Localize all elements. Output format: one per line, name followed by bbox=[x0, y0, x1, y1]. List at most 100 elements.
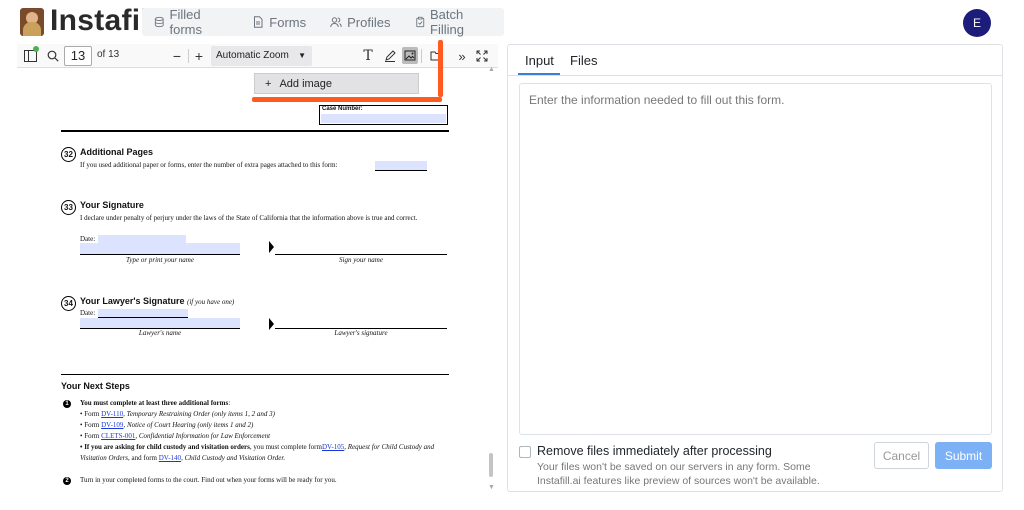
nav-label: Batch Filling bbox=[430, 7, 464, 37]
chevron-down-icon: ▼ bbox=[298, 51, 306, 60]
nav-forms[interactable]: Forms bbox=[240, 8, 318, 36]
form-link[interactable]: DV-109 bbox=[101, 421, 123, 429]
submit-button[interactable]: Submit bbox=[935, 442, 992, 469]
draw-tool-icon[interactable] bbox=[384, 47, 396, 65]
form-link[interactable]: DV-110 bbox=[101, 410, 123, 418]
section-title-note: (if you have one) bbox=[187, 298, 235, 306]
zoom-value: Automatic Zoom bbox=[216, 50, 289, 61]
printed-name-field[interactable] bbox=[80, 243, 240, 254]
date-field[interactable] bbox=[98, 309, 188, 317]
image-icon bbox=[404, 50, 416, 61]
search-icon[interactable] bbox=[46, 47, 60, 65]
notification-dot bbox=[33, 46, 39, 52]
toolbar-divider bbox=[421, 49, 422, 63]
step-item: • If you are asking for child custody an… bbox=[80, 442, 460, 464]
section-text: I declare under penalty of perjury under… bbox=[80, 214, 418, 222]
tab-files[interactable]: Files bbox=[570, 53, 597, 68]
zoom-select[interactable]: Automatic Zoom ▼ bbox=[211, 46, 312, 66]
field-caption: Lawyer's signature bbox=[334, 329, 388, 337]
case-number-field[interactable] bbox=[321, 114, 446, 123]
nav-label: Profiles bbox=[347, 14, 391, 30]
step-title: You must complete at least three additio… bbox=[80, 398, 230, 409]
case-number-label: Case Number: bbox=[322, 106, 363, 112]
document-icon bbox=[254, 16, 263, 28]
step-text: Turn in your completed forms to the cour… bbox=[80, 476, 337, 484]
logo-icon[interactable] bbox=[20, 8, 44, 36]
item-text: , Notice of Court Hearing (only items 1 … bbox=[123, 421, 254, 429]
scroll-down-icon[interactable]: ▼ bbox=[488, 484, 495, 491]
toolbar-divider bbox=[188, 49, 189, 63]
extra-pages-field[interactable] bbox=[375, 161, 427, 170]
section-title: Your Lawyer's Signature (if you have one… bbox=[80, 296, 234, 306]
item-text: , Confidential Information for Law Enfor… bbox=[135, 432, 271, 440]
scroll-up-icon[interactable]: ▲ bbox=[488, 66, 495, 73]
field-underline bbox=[375, 170, 427, 171]
step-item: • Form DV-109, Notice of Court Hearing (… bbox=[80, 420, 253, 431]
signature-line[interactable] bbox=[275, 254, 447, 255]
form-info-textarea[interactable]: Enter the information needed to fill out… bbox=[519, 83, 992, 435]
add-image-menu-item[interactable]: + Add image bbox=[254, 73, 419, 94]
top-bar: Instafill Filled forms Forms Profiles Ba… bbox=[0, 0, 1024, 44]
cancel-button[interactable]: Cancel bbox=[874, 442, 929, 469]
main-nav: Filled forms Forms Profiles Batch Fillin… bbox=[142, 7, 505, 37]
form-link[interactable]: CLETS-001 bbox=[101, 432, 135, 440]
annotation-stroke bbox=[438, 40, 443, 97]
zoom-out-icon[interactable]: − bbox=[171, 47, 183, 65]
field-caption: Lawyer's name bbox=[138, 329, 182, 337]
section-number: 33 bbox=[61, 200, 76, 215]
remove-files-label[interactable]: Remove files immediately after processin… bbox=[537, 444, 772, 458]
users-icon bbox=[330, 17, 342, 28]
step-title-colon: : bbox=[228, 399, 231, 407]
page-total: of 13 bbox=[97, 49, 120, 60]
pdf-toolbar: 13 of 13 − + Automatic Zoom ▼ T » bbox=[17, 44, 498, 68]
field-underline bbox=[80, 254, 240, 255]
section-divider bbox=[61, 374, 449, 375]
avatar[interactable]: E bbox=[963, 9, 991, 37]
field-caption: Type or print your name bbox=[126, 256, 194, 264]
date-field[interactable] bbox=[98, 235, 186, 243]
field-caption: Sign your name bbox=[339, 256, 383, 264]
active-tab-indicator bbox=[518, 73, 560, 75]
text-tool-icon[interactable]: T bbox=[362, 47, 374, 65]
page-number-input[interactable]: 13 bbox=[64, 46, 92, 66]
scrollbar-thumb[interactable] bbox=[489, 453, 493, 477]
section-divider bbox=[61, 130, 449, 132]
section-title: Your Signature bbox=[80, 200, 144, 210]
item-text: , Child Custody and Visitation Order. bbox=[181, 454, 286, 462]
nav-profiles[interactable]: Profiles bbox=[318, 8, 402, 36]
pdf-page: Case Number: 32 Additional Pages If you … bbox=[17, 68, 483, 510]
section-title-text: Your Lawyer's Signature bbox=[80, 296, 185, 306]
item-prefix: • Form bbox=[80, 410, 102, 418]
sign-arrow-icon bbox=[269, 241, 274, 253]
nav-batch-filling[interactable]: Batch Filling bbox=[403, 7, 505, 37]
sign-arrow-icon bbox=[269, 318, 274, 330]
annotation-stroke bbox=[252, 97, 442, 102]
section-text: If you used additional paper or forms, e… bbox=[80, 161, 338, 169]
plus-icon: + bbox=[265, 77, 272, 90]
image-tool-button[interactable] bbox=[402, 47, 418, 64]
item-text: , Temporary Restraining Order (only item… bbox=[123, 410, 275, 418]
nav-label: Filled forms bbox=[169, 7, 203, 37]
zoom-in-icon[interactable]: + bbox=[193, 47, 205, 65]
step-number: 2 bbox=[63, 477, 71, 485]
clipboard-icon bbox=[415, 16, 424, 28]
case-number-box: Case Number: bbox=[319, 105, 448, 125]
tools-menu-icon[interactable]: » bbox=[456, 47, 468, 65]
remove-files-checkbox[interactable] bbox=[519, 446, 531, 458]
form-link[interactable]: DV-105 bbox=[322, 443, 344, 451]
tab-input[interactable]: Input bbox=[525, 53, 554, 68]
remove-files-hint: Your files won't be saved on our servers… bbox=[537, 461, 820, 487]
form-link[interactable]: DV-140 bbox=[159, 454, 181, 462]
database-icon bbox=[154, 16, 164, 28]
step-title-text: You must complete at least three additio… bbox=[80, 399, 229, 407]
item-text: , and form bbox=[128, 454, 159, 462]
lawyer-name-field[interactable] bbox=[80, 318, 240, 328]
fullscreen-icon[interactable] bbox=[476, 47, 488, 65]
next-steps-title: Your Next Steps bbox=[61, 381, 130, 391]
add-image-label: Add image bbox=[279, 77, 333, 90]
pdf-viewer: 13 of 13 − + Automatic Zoom ▼ T » Case Nu… bbox=[17, 40, 498, 510]
item-bold: • If you are asking for child custody an… bbox=[80, 443, 250, 451]
section-number: 34 bbox=[61, 296, 76, 311]
nav-label: Forms bbox=[269, 14, 307, 30]
nav-filled-forms[interactable]: Filled forms bbox=[142, 7, 240, 37]
